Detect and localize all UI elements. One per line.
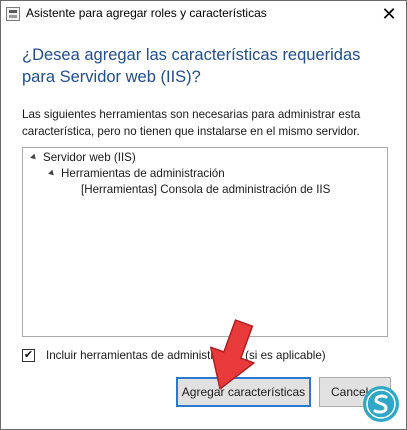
- tree-item-management-tools[interactable]: Herramientas de administración: [61, 167, 225, 180]
- server-manager-icon: [6, 7, 20, 21]
- window-title: Asistente para agregar roles y caracterí…: [26, 6, 267, 20]
- solvetic-logo-icon: [363, 386, 399, 422]
- dialog-description: Las siguientes herramientas son necesari…: [22, 108, 361, 138]
- title-bar: Asistente para agregar roles y caracterí…: [1, 1, 406, 29]
- close-button[interactable]: ✕: [372, 1, 406, 28]
- dialog-window: Asistente para agregar roles y caracterí…: [0, 0, 407, 430]
- expand-arrow-icon[interactable]: [30, 153, 38, 162]
- expand-arrow-icon[interactable]: [48, 169, 56, 178]
- pointer-arrow-icon: [209, 319, 255, 390]
- include-tools-checkbox[interactable]: ✔: [22, 349, 35, 362]
- tree-item-web-server[interactable]: Servidor web (IIS): [43, 151, 136, 164]
- include-tools-label[interactable]: Incluir herramientas de administración (…: [46, 349, 326, 362]
- tree-item-iis-console[interactable]: [Herramientas] Consola de administración…: [81, 183, 330, 196]
- features-tree: Servidor web (IIS) Herramientas de admin…: [22, 147, 388, 337]
- dialog-heading: ¿Desea agregar las características reque…: [22, 46, 361, 86]
